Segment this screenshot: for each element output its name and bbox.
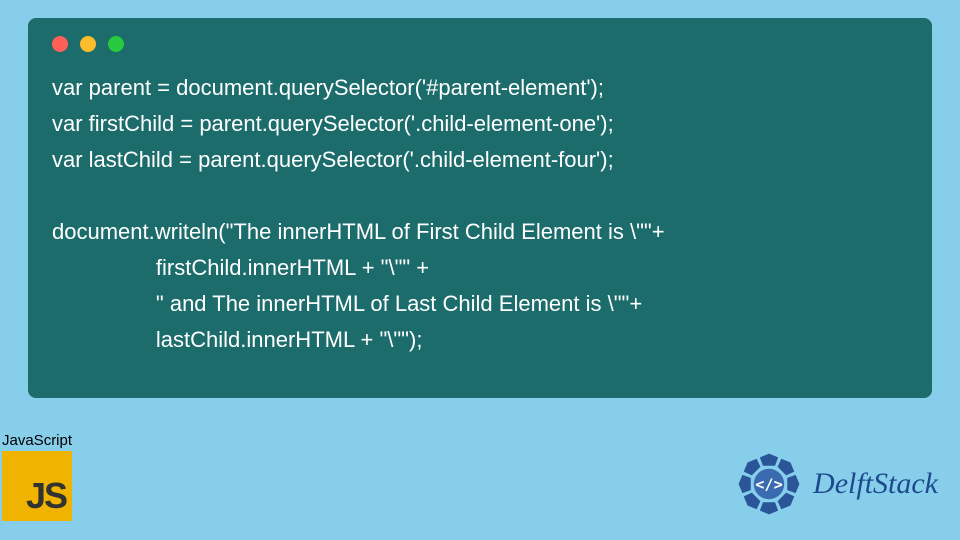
code-window: var parent = document.querySelector('#pa… [28, 18, 932, 398]
javascript-badge: JavaScript JS [2, 432, 92, 521]
code-line: var parent = document.querySelector('#pa… [52, 75, 604, 100]
svg-text:</>: </> [755, 475, 782, 493]
code-line: lastChild.innerHTML + "\""); [52, 327, 422, 352]
code-line: " and The innerHTML of Last Child Elemen… [52, 291, 642, 316]
javascript-label: JavaScript [2, 432, 92, 449]
javascript-logo-text: JS [26, 475, 66, 517]
javascript-logo-icon: JS [2, 451, 72, 521]
maximize-dot-icon [108, 36, 124, 52]
code-line: var firstChild = parent.querySelector('.… [52, 111, 614, 136]
code-line: document.writeln("The innerHTML of First… [52, 219, 665, 244]
delftstack-logo-icon: </> [731, 446, 807, 522]
code-block: var parent = document.querySelector('#pa… [52, 70, 908, 358]
minimize-dot-icon [80, 36, 96, 52]
brand-footer: </> DelftStack [731, 446, 938, 522]
brand-name: DelftStack [813, 467, 938, 501]
window-controls [52, 36, 908, 52]
code-line: var lastChild = parent.querySelector('.c… [52, 147, 614, 172]
close-dot-icon [52, 36, 68, 52]
code-line: firstChild.innerHTML + "\"" + [52, 255, 429, 280]
